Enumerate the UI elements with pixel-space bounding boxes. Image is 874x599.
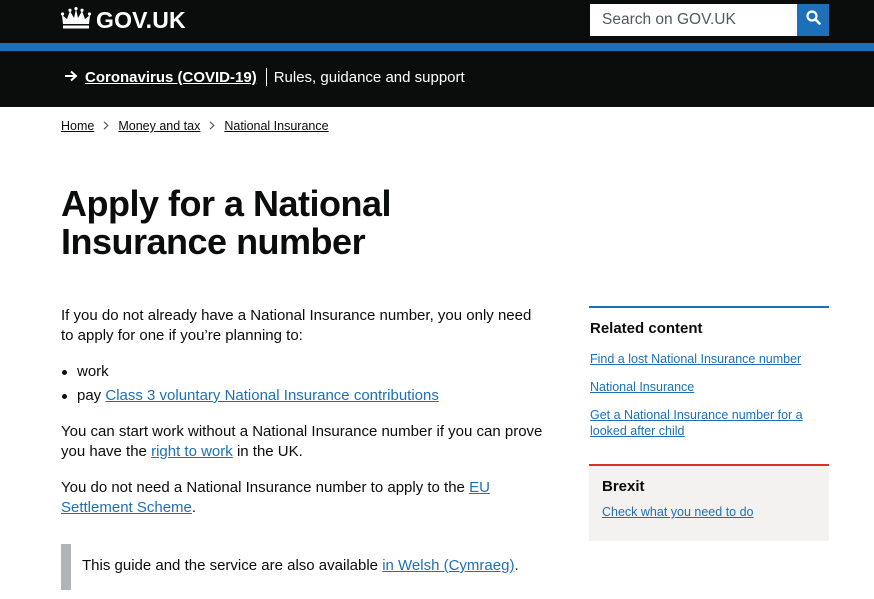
reasons-list: work pay Class 3 voluntary National Insu… (61, 362, 439, 410)
list-item: Find a lost National Insurance number (590, 351, 810, 367)
related-links: Find a lost National Insurance number Na… (590, 351, 810, 451)
site-search (590, 4, 829, 36)
class3-contributions-link[interactable]: Class 3 voluntary National Insurance con… (105, 387, 439, 404)
inset-bar (61, 544, 71, 590)
brexit-panel: Brexit Check what you need to do (589, 464, 829, 541)
list-item: Get a National Insurance number for a lo… (590, 407, 810, 439)
inset-text: This guide and the service are also avai… (82, 556, 519, 576)
brexit-title: Brexit (602, 478, 645, 495)
site-header: GOV.UK (0, 0, 874, 44)
related-link-looked-after-child[interactable]: Get a National Insurance number for a lo… (590, 408, 803, 438)
breadcrumb: Home Money and tax National Insurance (61, 119, 329, 133)
list-item: pay Class 3 voluntary National Insurance… (61, 386, 439, 410)
arrow-right-icon (64, 69, 85, 86)
crown-icon (60, 6, 96, 34)
chevron-right-icon (94, 119, 118, 133)
welsh-version-link[interactable]: in Welsh (Cymraeg) (382, 557, 514, 574)
breadcrumb-national-insurance[interactable]: National Insurance (224, 119, 328, 133)
header-blue-rule (0, 43, 874, 51)
covid-banner: Coronavirus (COVID-19) Rules, guidance a… (0, 51, 874, 107)
inset-text-part: . (514, 557, 519, 574)
covid-link[interactable]: Coronavirus (COVID-19) (85, 69, 257, 86)
list-item-text: pay (77, 387, 106, 404)
related-rule (589, 306, 829, 308)
search-icon (805, 10, 821, 30)
right-to-work-paragraph: You can start work without a National In… (61, 422, 561, 462)
related-heading: Related content (590, 320, 703, 337)
right-to-work-link[interactable]: right to work (151, 443, 233, 460)
page-title: Apply for a National Insurance number (61, 183, 392, 262)
list-item: work (61, 362, 439, 386)
breadcrumb-money-and-tax[interactable]: Money and tax (118, 119, 200, 133)
breadcrumb-home[interactable]: Home (61, 119, 94, 133)
related-link-national-insurance[interactable]: National Insurance (590, 380, 694, 394)
list-item: National Insurance (590, 379, 810, 395)
chevron-right-icon (200, 119, 224, 133)
list-item-text: work (77, 363, 109, 380)
paragraph-text: . (191, 499, 197, 516)
brexit-rule (589, 464, 829, 466)
logo-text: GOV.UK (96, 6, 186, 33)
covid-divider (265, 68, 267, 86)
paragraph-text: in the UK. (232, 443, 303, 460)
covid-tagline: Rules, guidance and support (273, 68, 465, 86)
govuk-logo-link[interactable]: GOV.UK (60, 6, 186, 34)
search-button[interactable] (797, 4, 829, 36)
intro-paragraph: If you do not already have a National In… (61, 307, 532, 344)
search-input[interactable] (590, 4, 797, 36)
welsh-inset: This guide and the service are also avai… (61, 544, 561, 590)
paragraph-text: You do not need a National Insurance num… (61, 479, 470, 496)
inset-text-part: This guide and the service are also avai… (82, 557, 383, 574)
eu-settlement-paragraph: You do not need a National Insurance num… (61, 478, 561, 518)
related-link-lost-ni-number[interactable]: Find a lost National Insurance number (590, 352, 801, 366)
brexit-check-link[interactable]: Check what you need to do (602, 505, 754, 519)
